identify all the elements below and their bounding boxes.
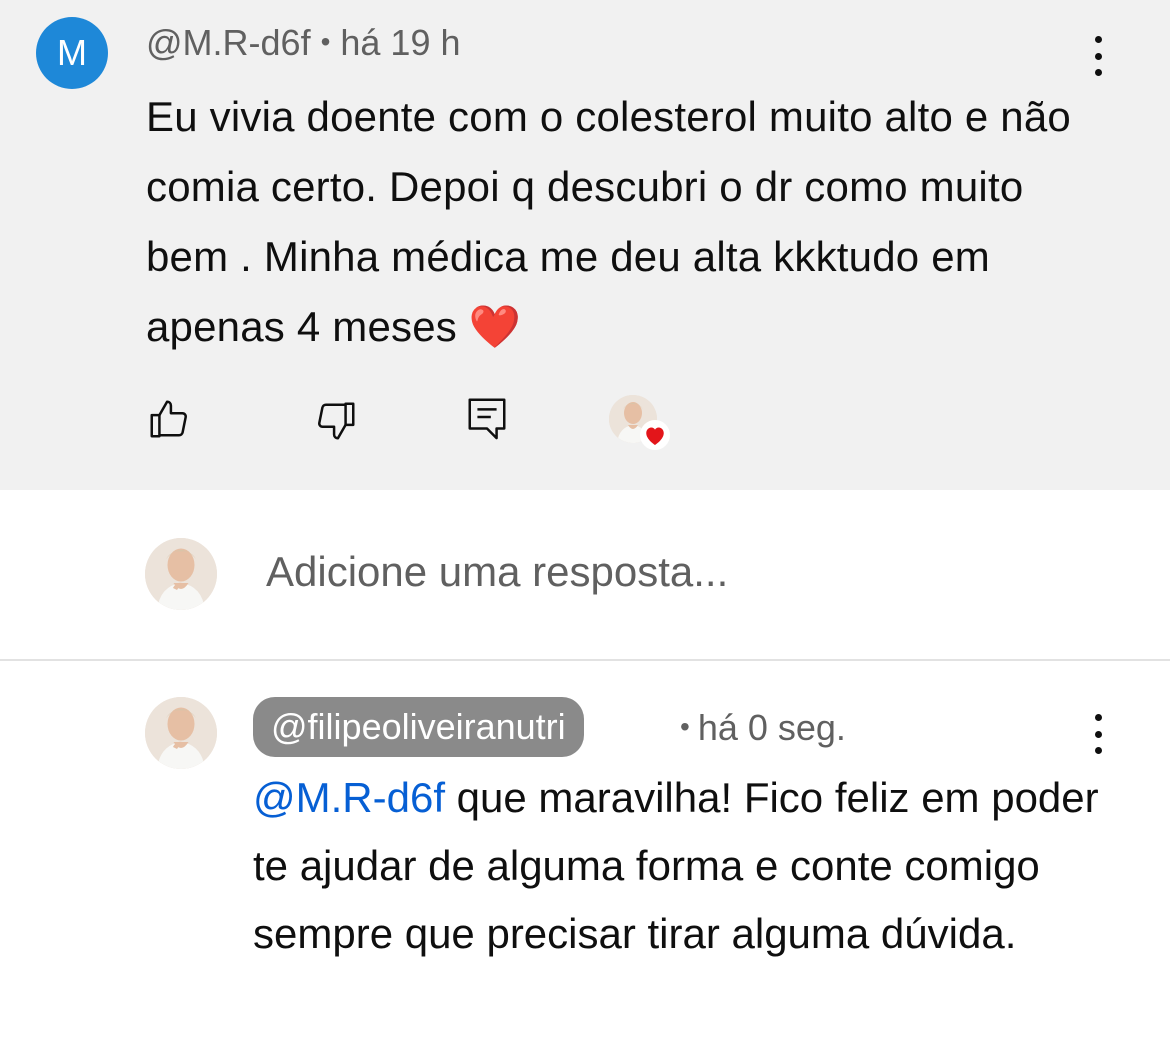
reply-more-icon[interactable] [1088, 714, 1108, 754]
comment-time: há 19 h [340, 22, 461, 63]
comment-author[interactable]: @M.R-d6f [146, 22, 311, 63]
reply-time: há 0 seg. [697, 707, 846, 748]
comment-more-icon[interactable] [1088, 36, 1108, 76]
comment-meta: @M.R-d6f • há 19 h [146, 22, 461, 64]
comment-body: Eu vivia doente com o colesterol muito a… [146, 93, 1071, 350]
comment-text: Eu vivia doente com o colesterol muito a… [146, 82, 1106, 362]
reply-icon[interactable] [464, 394, 510, 447]
current-user-avatar [145, 538, 217, 610]
reply-meta-separator: • [680, 711, 690, 742]
heart-emoji: ❤️ [468, 303, 522, 350]
reply-mention-link[interactable]: @M.R-d6f [253, 774, 445, 821]
reply-input[interactable]: Adicione uma resposta... [266, 548, 728, 596]
commenter-avatar[interactable]: M [36, 17, 108, 89]
reply-meta: • há 0 seg. [680, 707, 846, 749]
reply-text: @M.R-d6f que maravilha! Fico feliz em po… [253, 764, 1133, 968]
creator-heart-icon [640, 420, 670, 455]
like-icon[interactable] [146, 396, 192, 447]
reply-author-avatar[interactable] [145, 697, 217, 769]
dislike-icon[interactable] [313, 398, 359, 449]
reply-author-chip[interactable]: @filipeoliveiranutri [253, 697, 584, 757]
meta-separator: • [320, 26, 331, 57]
avatar-letter: M [57, 32, 87, 73]
divider [0, 659, 1170, 661]
